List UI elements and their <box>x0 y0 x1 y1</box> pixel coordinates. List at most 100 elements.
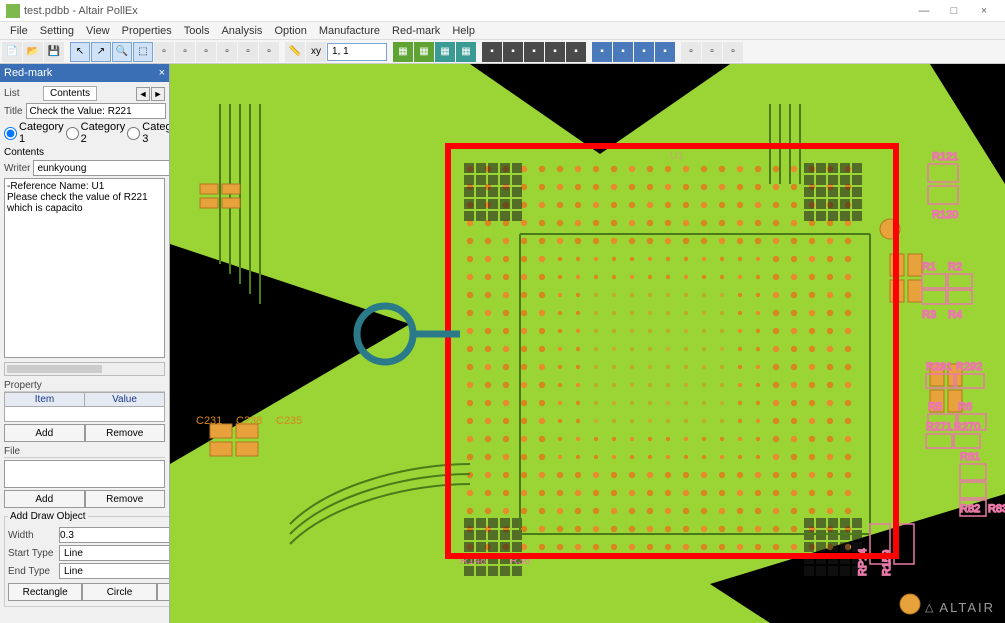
svg-text:C231: C231 <box>196 415 222 427</box>
category1-radio[interactable]: Category 1 <box>4 121 64 145</box>
tool-e-icon[interactable]: ▫ <box>238 42 258 62</box>
svg-text:R3: R3 <box>922 309 936 321</box>
toolbar: 📄 📂 💾 ↖ ↗ 🔍 ⬚ ▫ ▫ ▫ ▫ ▫ ▫ 📏 xy 1, 1 ▦ ▦ … <box>0 40 1005 64</box>
save-icon[interactable]: 💾 <box>44 42 64 62</box>
extra3-icon[interactable]: ▫ <box>723 42 743 62</box>
bga-ref: U1 <box>670 150 684 162</box>
menu-tools[interactable]: Tools <box>178 25 216 37</box>
mode3-icon[interactable]: ▪ <box>634 42 654 62</box>
end-type-select[interactable]: Line <box>59 563 169 579</box>
open-icon[interactable]: 📂 <box>23 42 43 62</box>
tool-c-icon[interactable]: ▫ <box>196 42 216 62</box>
end-type-label: End Type <box>8 566 56 577</box>
measure-icon[interactable]: 📏 <box>285 42 305 62</box>
panel-header[interactable]: Red-mark × <box>0 64 169 82</box>
titlebar: test.pdbb - Altair PollEx — □ × <box>0 0 1005 22</box>
file-add-button[interactable]: Add <box>4 490 85 508</box>
panel-close-icon[interactable]: × <box>159 67 165 79</box>
maximize-button[interactable]: □ <box>939 5 969 17</box>
svg-text:R1: R1 <box>922 261 936 273</box>
mode4-icon[interactable]: ▪ <box>655 42 675 62</box>
select-tool-icon[interactable]: ↖ <box>70 42 90 62</box>
property-add-button[interactable]: Add <box>4 424 85 442</box>
pcb-canvas: R121 R120 R1 R2 R3 R4 R5 R6 RP14 R159 R8… <box>170 64 1005 623</box>
property-grid[interactable]: Item Value <box>4 392 165 422</box>
svg-text:R291: R291 <box>926 361 952 373</box>
menu-file[interactable]: File <box>4 25 34 37</box>
menu-properties[interactable]: Properties <box>116 25 178 37</box>
zoom-fit-icon[interactable]: ⬚ <box>133 42 153 62</box>
add-draw-object-label: Add Draw Object <box>8 511 88 522</box>
svg-text:RP14: RP14 <box>857 548 869 576</box>
property-section-label: Property <box>4 380 165 392</box>
altair-watermark: ALTAIR <box>925 600 995 615</box>
menu-redmark[interactable]: Red-mark <box>386 25 446 37</box>
mode2-icon[interactable]: ▪ <box>613 42 633 62</box>
mode1-icon[interactable]: ▪ <box>592 42 612 62</box>
circle-button[interactable]: Circle <box>82 583 156 601</box>
layer2-icon[interactable]: ▦ <box>414 42 434 62</box>
svg-text:R82: R82 <box>960 503 980 515</box>
menu-manufacture[interactable]: Manufacture <box>313 25 386 37</box>
zoom-area-icon[interactable]: 🔍 <box>112 42 132 62</box>
category3-radio[interactable]: Category 3 <box>127 121 169 145</box>
file-remove-button[interactable]: Remove <box>85 490 166 508</box>
minimize-button[interactable]: — <box>909 5 939 17</box>
menu-option[interactable]: Option <box>268 25 312 37</box>
redmark-panel: Red-mark × List Contents ◄ ► Title Categ… <box>0 64 170 623</box>
menu-help[interactable]: Help <box>446 25 481 37</box>
layer1-icon[interactable]: ▦ <box>393 42 413 62</box>
disp4-icon[interactable]: ▪ <box>545 42 565 62</box>
nav-prev-icon[interactable]: ◄ <box>136 87 150 101</box>
svg-text:R83: R83 <box>988 503 1005 515</box>
start-type-select[interactable]: Line <box>59 545 169 561</box>
menu-setting[interactable]: Setting <box>34 25 80 37</box>
nav-next-icon[interactable]: ► <box>151 87 165 101</box>
svg-text:R81: R81 <box>960 451 980 463</box>
property-remove-button[interactable]: Remove <box>85 424 166 442</box>
nav-tool-icon[interactable]: ↗ <box>91 42 111 62</box>
disp3-icon[interactable]: ▪ <box>524 42 544 62</box>
svg-text:R121: R121 <box>932 151 958 163</box>
width-label: Width <box>8 530 56 541</box>
contents-tab[interactable]: Contents <box>43 86 97 101</box>
freeform-button[interactable]: Freeform <box>157 583 169 601</box>
horizontal-scrollbar[interactable] <box>4 362 165 376</box>
disp5-icon[interactable]: ▪ <box>566 42 586 62</box>
category2-radio[interactable]: Category 2 <box>66 121 126 145</box>
item-header: Item <box>5 393 85 406</box>
svg-text:R292: R292 <box>956 361 982 373</box>
xy-icon[interactable]: xy <box>306 42 326 62</box>
tool-b-icon[interactable]: ▫ <box>175 42 195 62</box>
title-input[interactable] <box>26 103 166 119</box>
writer-input[interactable] <box>33 160 169 176</box>
extra1-icon[interactable]: ▫ <box>681 42 701 62</box>
start-type-label: Start Type <box>8 548 56 559</box>
menubar: File Setting View Properties Tools Analy… <box>0 22 1005 40</box>
disp1-icon[interactable]: ▪ <box>482 42 502 62</box>
close-button[interactable]: × <box>969 5 999 17</box>
svg-text:R5: R5 <box>928 401 942 413</box>
svg-text:R6: R6 <box>958 401 972 413</box>
contents-textarea[interactable]: -Reference Name: U1 Please check the val… <box>4 178 165 358</box>
menu-view[interactable]: View <box>80 25 116 37</box>
coordinate-readout[interactable]: 1, 1 <box>327 43 387 61</box>
width-input[interactable] <box>59 527 169 543</box>
file-list[interactable] <box>4 460 165 488</box>
pcb-viewport[interactable]: R121 R120 R1 R2 R3 R4 R5 R6 RP14 R159 R8… <box>170 64 1005 623</box>
value-header: Value <box>85 393 164 406</box>
extra2-icon[interactable]: ▫ <box>702 42 722 62</box>
tool-a-icon[interactable]: ▫ <box>154 42 174 62</box>
layer4-icon[interactable]: ▦ <box>456 42 476 62</box>
svg-text:R271: R271 <box>926 421 952 433</box>
rectangle-button[interactable]: Rectangle <box>8 583 82 601</box>
tool-f-icon[interactable]: ▫ <box>259 42 279 62</box>
new-icon[interactable]: 📄 <box>2 42 22 62</box>
svg-text:C235: C235 <box>276 415 302 427</box>
tool-d-icon[interactable]: ▫ <box>217 42 237 62</box>
add-draw-object-group: Add Draw Object Width ▼ Start Type Line … <box>4 511 169 607</box>
layer3-icon[interactable]: ▦ <box>435 42 455 62</box>
menu-analysis[interactable]: Analysis <box>215 25 268 37</box>
disp2-icon[interactable]: ▪ <box>503 42 523 62</box>
title-label: Title <box>4 106 23 117</box>
